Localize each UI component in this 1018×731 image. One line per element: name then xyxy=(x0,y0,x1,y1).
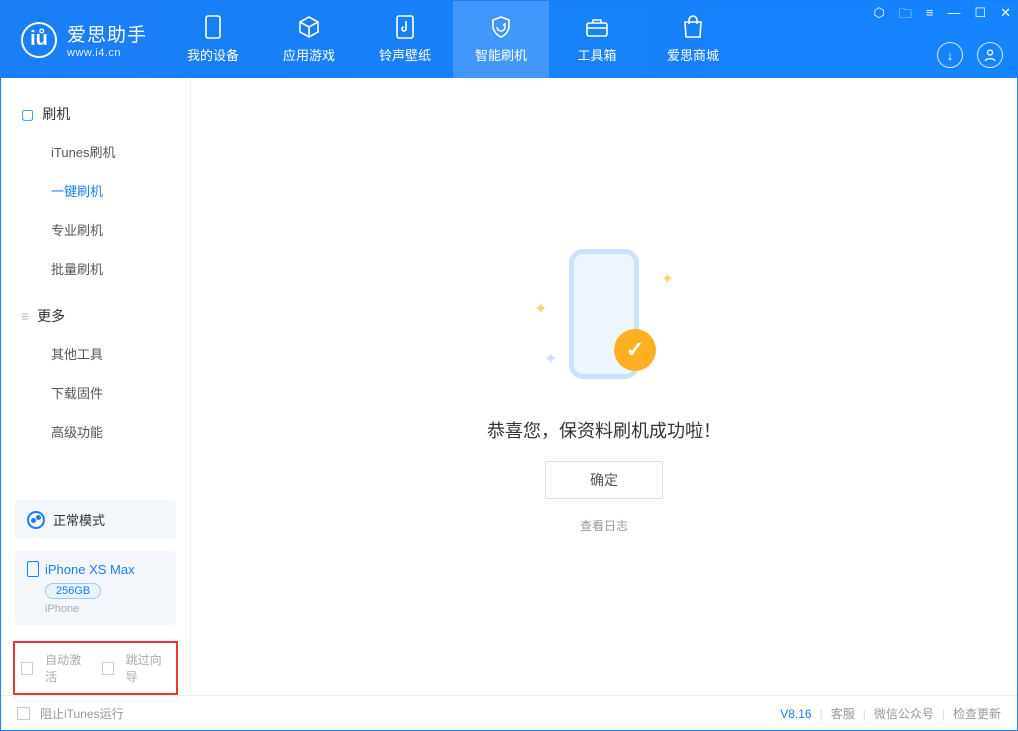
download-button[interactable]: ↓ xyxy=(937,42,963,68)
app-name: 爱思助手 xyxy=(67,20,147,47)
window-controls: ⬡ 🗀 ≡ — ☐ ✕ xyxy=(873,5,1011,27)
skip-guide-checkbox[interactable] xyxy=(102,662,114,675)
group-title: 刷机 xyxy=(42,104,70,124)
sidebar-item-itunes-flash[interactable]: iTunes刷机 xyxy=(1,132,190,171)
tab-mall[interactable]: 爱思商城 xyxy=(645,1,741,78)
wechat-link[interactable]: 微信公众号 xyxy=(874,705,934,722)
sidebar: ▢ 刷机 iTunes刷机 一键刷机 专业刷机 批量刷机 ≡ 更多 其他工具 下… xyxy=(1,78,191,695)
user-button[interactable] xyxy=(977,42,1003,68)
device-card[interactable]: iPhone XS Max 256GB iPhone xyxy=(15,551,176,625)
skip-guide-label: 跳过向导 xyxy=(126,651,170,685)
tab-label: 工具箱 xyxy=(578,45,617,64)
device-type: iPhone xyxy=(45,603,164,615)
menu-icon[interactable]: ≡ xyxy=(926,5,934,27)
auto-activate-label: 自动激活 xyxy=(45,651,89,685)
sidebar-item-other-tools[interactable]: 其他工具 xyxy=(1,334,190,373)
device-name: iPhone XS Max xyxy=(45,562,135,577)
group-title: 更多 xyxy=(37,306,65,326)
tab-apps[interactable]: 应用游戏 xyxy=(261,1,357,78)
success-illustration: ✦ ✦ ✦ ✓ xyxy=(534,239,674,399)
phone-icon xyxy=(201,15,225,39)
music-file-icon xyxy=(393,15,417,39)
status-bar: 阻止iTunes运行 V8.16 | 客服 | 微信公众号 | 检查更新 xyxy=(1,695,1017,731)
minimize-icon[interactable]: — xyxy=(947,5,960,27)
logo-block: iů 爱思助手 www.i4.cn xyxy=(1,1,165,78)
tab-label: 爱思商城 xyxy=(667,45,719,64)
sidebar-group-more: ≡ 更多 xyxy=(1,298,190,334)
list-icon: ≡ xyxy=(21,308,29,324)
check-update-link[interactable]: 检查更新 xyxy=(953,705,1001,722)
toolbox-icon xyxy=(585,15,609,39)
app-url: www.i4.cn xyxy=(67,47,147,59)
main-content: ✦ ✦ ✦ ✓ 恭喜您，保资料刷机成功啦！ 确定 查看日志 xyxy=(191,78,1017,695)
device-phone-icon xyxy=(27,561,39,577)
sidebar-item-oneclick-flash[interactable]: 一键刷机 xyxy=(1,171,190,210)
maximize-icon[interactable]: ☐ xyxy=(974,5,986,27)
check-badge-icon: ✓ xyxy=(614,329,656,371)
shirt-icon[interactable]: ⬡ xyxy=(873,5,884,27)
block-itunes-label: 阻止iTunes运行 xyxy=(40,705,124,722)
bag-icon xyxy=(681,15,705,39)
user-controls: ↓ xyxy=(937,42,1003,68)
sidebar-item-advanced[interactable]: 高级功能 xyxy=(1,412,190,451)
view-log-link[interactable]: 查看日志 xyxy=(580,517,628,534)
auto-activate-checkbox[interactable] xyxy=(21,662,33,675)
tab-ringtones[interactable]: 铃声壁纸 xyxy=(357,1,453,78)
tab-label: 铃声壁纸 xyxy=(379,45,431,64)
tab-label: 智能刷机 xyxy=(475,45,527,64)
mode-icon xyxy=(27,511,45,529)
sidebar-item-batch-flash[interactable]: 批量刷机 xyxy=(1,249,190,288)
sparkle-icon: ✦ xyxy=(661,269,674,289)
tab-label: 我的设备 xyxy=(187,45,239,64)
tab-my-device[interactable]: 我的设备 xyxy=(165,1,261,78)
tab-label: 应用游戏 xyxy=(283,45,335,64)
main-tabs: 我的设备 应用游戏 铃声壁纸 智能刷机 工具箱 爱思商城 xyxy=(165,1,741,78)
success-message: 恭喜您，保资料刷机成功啦！ xyxy=(487,417,721,443)
logo-icon: iů xyxy=(21,22,57,58)
customer-service-link[interactable]: 客服 xyxy=(831,705,855,722)
sidebar-group-flash: ▢ 刷机 xyxy=(1,96,190,132)
lock-icon[interactable]: 🗀 xyxy=(899,5,912,27)
capacity-badge: 256GB xyxy=(45,583,101,599)
cube-icon xyxy=(297,15,321,39)
app-header: iů 爱思助手 www.i4.cn 我的设备 应用游戏 铃声壁纸 智能刷机 工具… xyxy=(1,1,1017,78)
tab-smart-flash[interactable]: 智能刷机 xyxy=(453,1,549,78)
options-row: 自动激活 跳过向导 xyxy=(13,641,178,695)
sidebar-item-pro-flash[interactable]: 专业刷机 xyxy=(1,210,190,249)
sparkle-icon: ✦ xyxy=(534,299,547,319)
tab-toolbox[interactable]: 工具箱 xyxy=(549,1,645,78)
close-icon[interactable]: ✕ xyxy=(1000,5,1011,27)
block-itunes-checkbox[interactable] xyxy=(17,707,30,720)
mode-label: 正常模式 xyxy=(53,510,105,529)
version-label: V8.16 xyxy=(780,707,811,721)
confirm-button[interactable]: 确定 xyxy=(545,461,663,499)
phone-outline-icon: ▢ xyxy=(21,106,34,123)
mode-card[interactable]: 正常模式 xyxy=(15,500,176,539)
sidebar-item-download-firmware[interactable]: 下载固件 xyxy=(1,373,190,412)
refresh-shield-icon xyxy=(489,15,513,39)
sparkle-icon: ✦ xyxy=(544,349,557,369)
